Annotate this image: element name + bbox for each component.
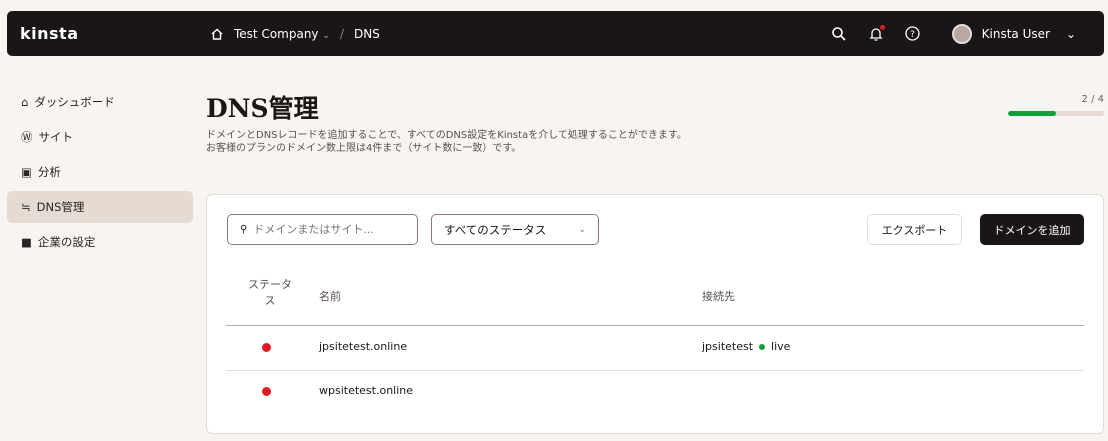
domain-usage: 2 / 4	[1008, 94, 1104, 116]
live-status-dot	[759, 344, 766, 350]
search-input[interactable]	[253, 223, 404, 236]
breadcrumb: Test Company ⌄ / DNS	[210, 27, 380, 41]
company-switcher[interactable]: Test Company ⌄	[234, 27, 330, 41]
domain-name[interactable]: wpsitetest.online	[319, 384, 413, 397]
home-icon: ⌂	[21, 95, 29, 109]
export-button[interactable]: エクスポート	[867, 214, 962, 245]
destination[interactable]: jpsitetest live	[702, 340, 790, 353]
sidebar-item-dns[interactable]: ≒ DNS管理	[7, 191, 193, 223]
domains-card: ⚲ すべてのステータス⌄ エクスポート ドメインを追加 ステータス 名前 接続先…	[206, 194, 1104, 434]
usage-bar	[1008, 111, 1104, 116]
kinsta-logo[interactable]: kinsta	[20, 24, 78, 43]
svg-text:?: ?	[910, 30, 915, 40]
column-header-destination: 接続先	[702, 290, 735, 303]
search-icon: ⚲	[240, 224, 248, 235]
error-status-icon	[262, 343, 271, 352]
chart-icon: ▣	[21, 165, 32, 179]
briefcase-icon: ■	[21, 235, 32, 249]
usage-bar-fill	[1008, 111, 1056, 116]
add-domain-button[interactable]: ドメインを追加	[980, 214, 1084, 245]
sidebar-item-analytics[interactable]: ▣ 分析	[7, 156, 193, 188]
top-bar: kinsta Test Company ⌄ / DNS ? Kinsta Use…	[7, 11, 1104, 56]
chevron-down-icon: ⌄	[322, 30, 330, 41]
table-row[interactable]: jpsitetest.online jpsitetest live	[207, 326, 1103, 370]
bell-icon[interactable]	[869, 24, 885, 42]
page-description: ドメインとDNSレコードを追加することで、すべてのDNS設定をKinstaを介し…	[206, 130, 687, 154]
user-menu[interactable]: Kinsta User ⌄	[951, 23, 1076, 44]
sidebar: ⌂ ダッシュボード Ⓦ サイト ▣ 分析 ≒ DNS管理 ■ 企業の設定	[7, 86, 193, 261]
page-title: DNS管理	[206, 94, 319, 123]
column-header-name: 名前	[319, 290, 341, 303]
breadcrumb-current: DNS	[353, 26, 380, 41]
domain-name[interactable]: jpsitetest.online	[319, 340, 407, 353]
search-icon[interactable]	[831, 26, 847, 42]
wordpress-icon: Ⓦ	[21, 130, 33, 144]
sidebar-item-dashboard[interactable]: ⌂ ダッシュボード	[7, 86, 193, 118]
sidebar-item-company-settings[interactable]: ■ 企業の設定	[7, 226, 193, 258]
table-row[interactable]: wpsitetest.online	[207, 370, 1103, 414]
breadcrumb-separator: /	[339, 26, 344, 41]
dns-icon: ≒	[21, 200, 31, 214]
column-header-status: ステータス	[248, 278, 292, 307]
avatar	[951, 23, 972, 44]
sidebar-item-sites[interactable]: Ⓦ サイト	[7, 121, 193, 153]
notification-dot	[879, 24, 885, 30]
search-field[interactable]: ⚲	[227, 214, 418, 245]
help-icon[interactable]: ?	[904, 26, 920, 41]
user-name: Kinsta User	[981, 26, 1050, 41]
error-status-icon	[262, 387, 271, 396]
chevron-down-icon: ⌄	[578, 224, 586, 235]
status-filter-select[interactable]: すべてのステータス ⌄	[431, 214, 599, 245]
home-icon[interactable]	[210, 27, 224, 41]
chevron-down-icon: ⌄	[1065, 26, 1076, 41]
